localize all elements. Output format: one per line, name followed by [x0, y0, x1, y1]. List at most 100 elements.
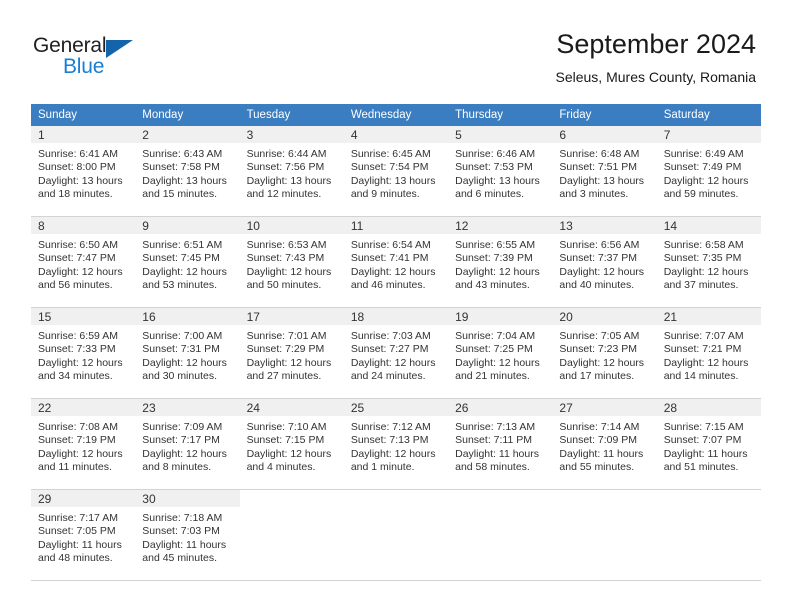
daylight-text: Daylight: 12 hours and 50 minutes. [246, 265, 332, 292]
day-number: 29 [31, 490, 136, 507]
sunset-text: Sunset: 7:17 PM [142, 434, 220, 447]
sunset-text: Sunset: 7:13 PM [350, 434, 429, 447]
calendar-day-cell[interactable]: 27 Sunrise: 7:14 AM Sunset: 7:09 PM Dayl… [552, 398, 657, 490]
day-details: Sunrise: 7:04 AM Sunset: 7:25 PM Dayligh… [448, 325, 552, 384]
sunset-text: Sunset: 7:58 PM [142, 161, 220, 174]
daylight-text: Daylight: 12 hours and 14 minutes. [663, 356, 749, 383]
calendar-day-cell[interactable]: 24 Sunrise: 7:10 AM Sunset: 7:15 PM Dayl… [239, 398, 344, 490]
calendar-day-cell[interactable]: 11 Sunrise: 6:54 AM Sunset: 7:41 PM Dayl… [343, 216, 449, 308]
daylight-text: Daylight: 12 hours and 17 minutes. [559, 356, 645, 383]
calendar-day-cell[interactable]: 10 Sunrise: 6:53 AM Sunset: 7:43 PM Dayl… [239, 216, 344, 308]
sunrise-text: Sunrise: 7:15 AM [663, 421, 744, 433]
day-number: 7 [656, 126, 761, 143]
calendar-day-cell[interactable]: 25 Sunrise: 7:12 AM Sunset: 7:13 PM Dayl… [343, 398, 449, 490]
calendar-day-cell[interactable]: 28 Sunrise: 7:15 AM Sunset: 7:07 PM Dayl… [656, 398, 761, 490]
calendar-day-cell[interactable]: 2 Sunrise: 6:43 AM Sunset: 7:58 PM Dayli… [135, 126, 240, 217]
calendar-day-cell[interactable]: 12 Sunrise: 6:55 AM Sunset: 7:39 PM Dayl… [448, 216, 553, 308]
sunrise-text: Sunrise: 6:48 AM [559, 148, 640, 160]
day-number: 12 [448, 217, 553, 234]
sunrise-text: Sunrise: 6:50 AM [38, 239, 118, 251]
calendar-week-row: 22 Sunrise: 7:08 AM Sunset: 7:19 PM Dayl… [31, 398, 761, 490]
sunrise-text: Sunrise: 6:51 AM [142, 239, 223, 251]
day-details: Sunrise: 7:18 AM Sunset: 7:03 PM Dayligh… [135, 507, 239, 566]
calendar-day-cell[interactable]: 9 Sunrise: 6:51 AM Sunset: 7:45 PM Dayli… [135, 216, 240, 308]
day-number: 23 [135, 399, 240, 416]
calendar-day-cell[interactable]: 18 Sunrise: 7:03 AM Sunset: 7:27 PM Dayl… [343, 307, 449, 399]
sunrise-text: Sunrise: 6:56 AM [559, 239, 640, 251]
day-details: Sunrise: 7:03 AM Sunset: 7:27 PM Dayligh… [344, 325, 448, 384]
general-blue-logo: General Blue [33, 34, 163, 80]
day-details: Sunrise: 7:00 AM Sunset: 7:31 PM Dayligh… [135, 325, 239, 384]
day-details: Sunrise: 6:46 AM Sunset: 7:53 PM Dayligh… [448, 143, 552, 202]
daylight-text: Daylight: 11 hours and 58 minutes. [455, 447, 539, 474]
sunrise-text: Sunrise: 6:45 AM [350, 148, 431, 160]
daylight-text: Daylight: 11 hours and 45 minutes. [142, 538, 227, 565]
day-details: Sunrise: 6:59 AM Sunset: 7:33 PM Dayligh… [31, 325, 135, 384]
sunrise-sunset-calendar: Sunday Monday Tuesday Wednesday Thursday… [31, 104, 761, 581]
day-number: 24 [239, 399, 344, 416]
day-number: 2 [135, 126, 240, 143]
daylight-text: Daylight: 11 hours and 51 minutes. [663, 447, 748, 474]
calendar-day-cell[interactable]: 20 Sunrise: 7:05 AM Sunset: 7:23 PM Dayl… [552, 307, 657, 399]
calendar-day-cell[interactable]: 1 Sunrise: 6:41 AM Sunset: 8:00 PM Dayli… [31, 126, 136, 217]
calendar-day-cell[interactable]: 6 Sunrise: 6:48 AM Sunset: 7:51 PM Dayli… [552, 126, 657, 217]
day-details: Sunrise: 7:13 AM Sunset: 7:11 PM Dayligh… [448, 416, 552, 475]
daylight-text: Daylight: 13 hours and 9 minutes. [350, 174, 436, 201]
day-details: Sunrise: 6:55 AM Sunset: 7:39 PM Dayligh… [448, 234, 552, 293]
sunrise-text: Sunrise: 7:04 AM [455, 330, 536, 342]
calendar-day-cell[interactable]: 8 Sunrise: 6:50 AM Sunset: 7:47 PM Dayli… [31, 216, 136, 308]
calendar-day-cell[interactable]: 13 Sunrise: 6:56 AM Sunset: 7:37 PM Dayl… [552, 216, 657, 308]
day-number: 20 [552, 308, 657, 325]
calendar-day-cell[interactable]: 4 Sunrise: 6:45 AM Sunset: 7:54 PM Dayli… [343, 126, 449, 217]
sunset-text: Sunset: 7:39 PM [455, 252, 533, 265]
day-number: 30 [135, 490, 240, 507]
calendar-page: General Blue September 2024 Seleus, Mure… [0, 0, 792, 612]
day-number: 21 [656, 308, 761, 325]
calendar-day-cell[interactable]: 16 Sunrise: 7:00 AM Sunset: 7:31 PM Dayl… [135, 307, 240, 399]
weekday-header-thursday: Thursday [448, 104, 553, 126]
daylight-text: Daylight: 12 hours and 46 minutes. [350, 265, 436, 292]
calendar-day-cell[interactable]: 22 Sunrise: 7:08 AM Sunset: 7:19 PM Dayl… [31, 398, 136, 490]
day-number: 4 [343, 126, 449, 143]
calendar-day-cell[interactable]: 29 Sunrise: 7:17 AM Sunset: 7:05 PM Dayl… [31, 489, 136, 581]
daylight-text: Daylight: 12 hours and 30 minutes. [142, 356, 227, 383]
daylight-text: Daylight: 13 hours and 15 minutes. [142, 174, 227, 201]
sunset-text: Sunset: 7:21 PM [663, 343, 742, 356]
page-header: General Blue September 2024 Seleus, Mure… [0, 0, 792, 100]
day-details: Sunrise: 6:53 AM Sunset: 7:43 PM Dayligh… [240, 234, 344, 293]
calendar-day-cell[interactable]: 3 Sunrise: 6:44 AM Sunset: 7:56 PM Dayli… [239, 126, 344, 217]
day-details: Sunrise: 7:15 AM Sunset: 7:07 PM Dayligh… [657, 416, 761, 475]
sunrise-text: Sunrise: 7:17 AM [38, 512, 118, 524]
calendar-day-cell[interactable]: 17 Sunrise: 7:01 AM Sunset: 7:29 PM Dayl… [239, 307, 344, 399]
weekday-header-wednesday: Wednesday [343, 104, 449, 126]
sunrise-text: Sunrise: 7:03 AM [350, 330, 431, 342]
day-details: Sunrise: 6:49 AM Sunset: 7:49 PM Dayligh… [657, 143, 761, 202]
sunset-text: Sunset: 7:37 PM [559, 252, 638, 265]
sunrise-text: Sunrise: 6:55 AM [455, 239, 536, 251]
calendar-day-cell[interactable]: 23 Sunrise: 7:09 AM Sunset: 7:17 PM Dayl… [135, 398, 240, 490]
sunrise-text: Sunrise: 7:07 AM [663, 330, 744, 342]
calendar-day-cell[interactable]: 14 Sunrise: 6:58 AM Sunset: 7:35 PM Dayl… [656, 216, 761, 308]
day-number: 22 [31, 399, 136, 416]
weekday-header-saturday: Saturday [656, 104, 761, 126]
daylight-text: Daylight: 12 hours and 4 minutes. [246, 447, 332, 474]
sunset-text: Sunset: 7:47 PM [38, 252, 116, 265]
day-number: 3 [239, 126, 344, 143]
calendar-day-cell[interactable]: 19 Sunrise: 7:04 AM Sunset: 7:25 PM Dayl… [448, 307, 553, 399]
day-details: Sunrise: 6:43 AM Sunset: 7:58 PM Dayligh… [135, 143, 239, 202]
logo-text-blue: Blue [63, 55, 105, 78]
calendar-day-cell[interactable]: 26 Sunrise: 7:13 AM Sunset: 7:11 PM Dayl… [448, 398, 553, 490]
day-details: Sunrise: 6:56 AM Sunset: 7:37 PM Dayligh… [552, 234, 656, 293]
page-subtitle: Seleus, Mures County, Romania [555, 69, 757, 85]
sunrise-text: Sunrise: 6:44 AM [246, 148, 327, 160]
calendar-day-cell[interactable]: 30 Sunrise: 7:18 AM Sunset: 7:03 PM Dayl… [135, 489, 240, 581]
calendar-day-cell[interactable]: 5 Sunrise: 6:46 AM Sunset: 7:53 PM Dayli… [448, 126, 553, 217]
calendar-day-cell[interactable]: 15 Sunrise: 6:59 AM Sunset: 7:33 PM Dayl… [31, 307, 136, 399]
title-block: September 2024 Seleus, Mures County, Rom… [556, 28, 757, 87]
calendar-day-cell[interactable]: 7 Sunrise: 6:49 AM Sunset: 7:49 PM Dayli… [656, 126, 761, 217]
sunset-text: Sunset: 7:31 PM [142, 343, 220, 356]
daylight-text: Daylight: 12 hours and 37 minutes. [663, 265, 749, 292]
sunset-text: Sunset: 7:05 PM [38, 525, 116, 538]
day-details: Sunrise: 6:54 AM Sunset: 7:41 PM Dayligh… [344, 234, 448, 293]
calendar-day-cell[interactable]: 21 Sunrise: 7:07 AM Sunset: 7:21 PM Dayl… [656, 307, 761, 399]
